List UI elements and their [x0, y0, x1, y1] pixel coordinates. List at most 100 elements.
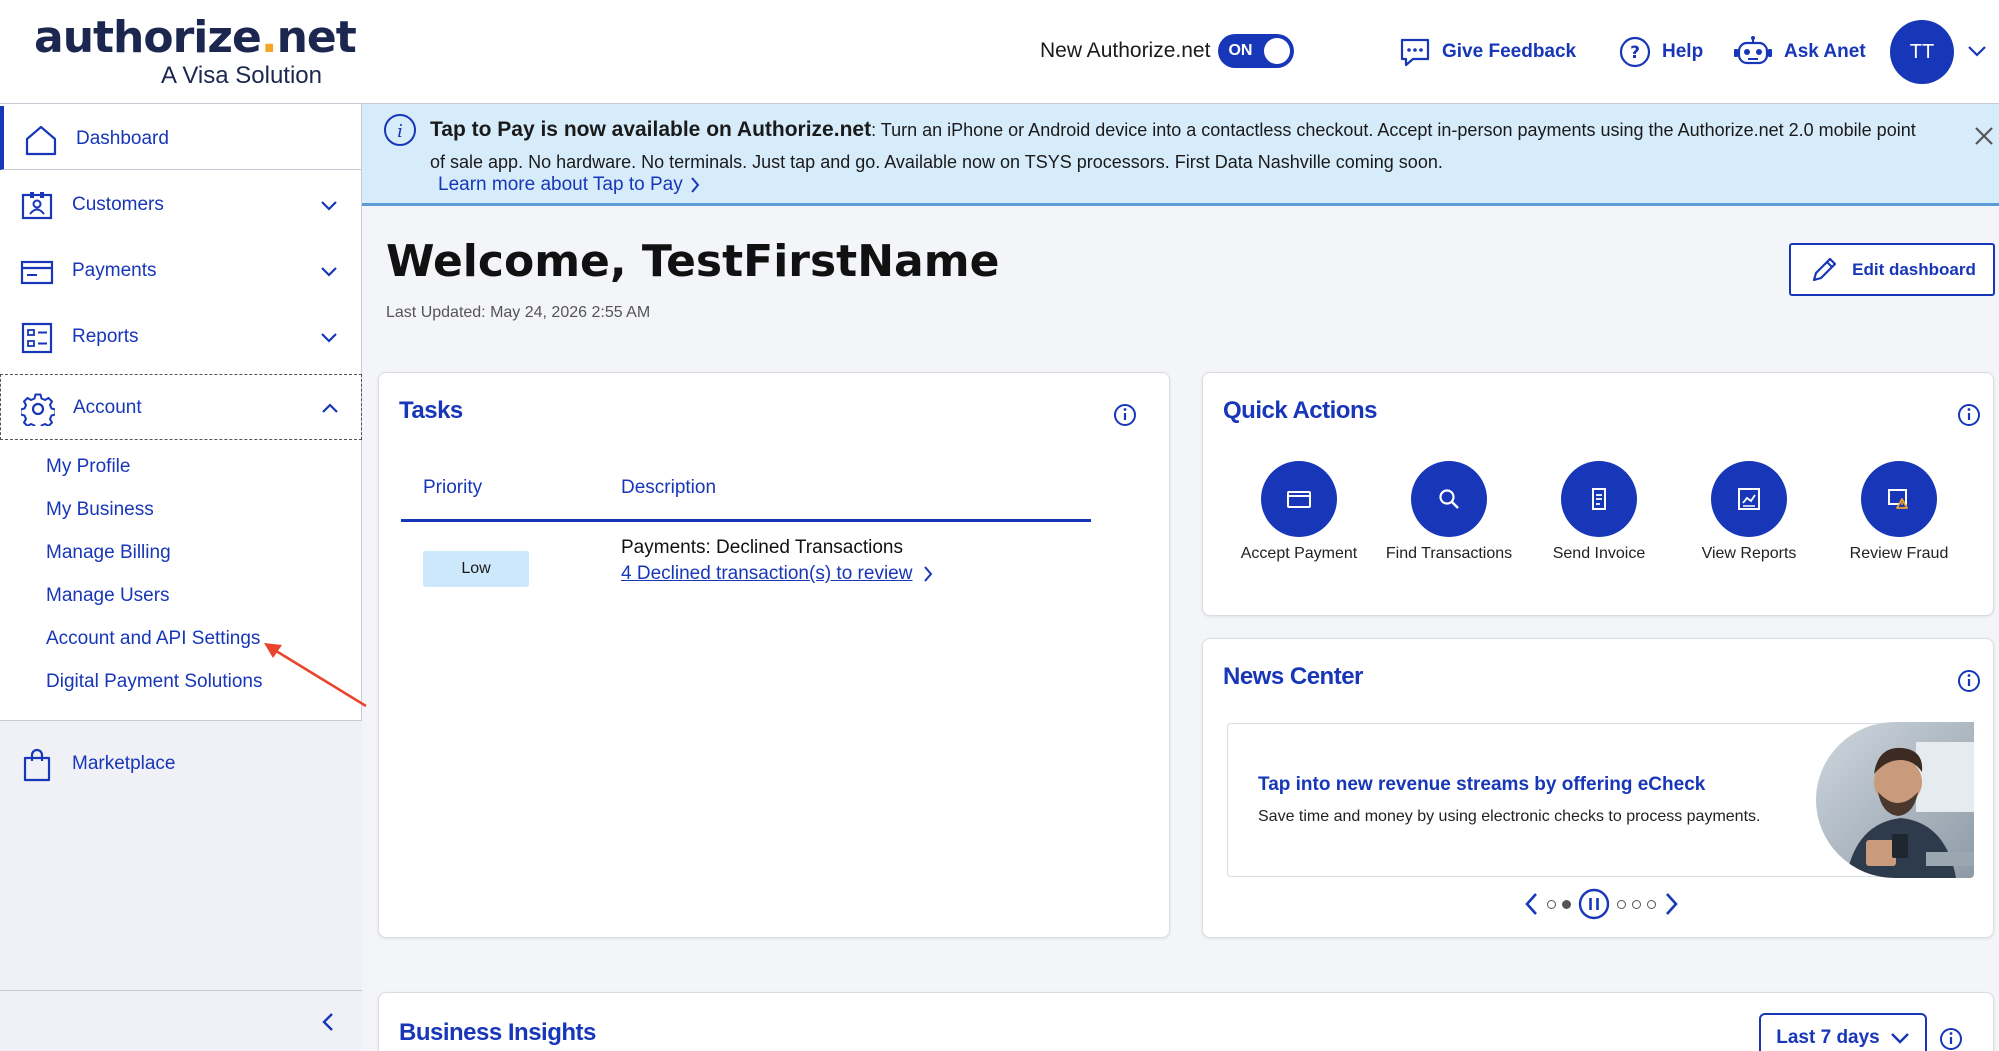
give-feedback-button[interactable]: Give Feedback	[1398, 32, 1576, 72]
toggle-label: New Authorize.net	[1040, 39, 1211, 62]
top-header: authorize.net A Visa Solution New Author…	[0, 0, 1999, 104]
sidebar-item-dashboard[interactable]: Dashboard	[0, 106, 362, 170]
info-circle-icon: i	[384, 114, 416, 146]
chevron-down-icon	[321, 267, 337, 277]
chevron-right-icon[interactable]	[1662, 891, 1680, 917]
banner-link-label: Learn more about Tap to Pay	[438, 174, 683, 195]
new-experience-toggle[interactable]: ON	[1218, 34, 1295, 68]
news-headline[interactable]: Tap into new revenue streams by offering…	[1258, 774, 1705, 796]
feedback-label: Give Feedback	[1442, 41, 1577, 62]
close-icon[interactable]	[1972, 124, 1996, 148]
sidebar-item-marketplace[interactable]: Marketplace	[0, 731, 362, 797]
submenu-manage-billing[interactable]: Manage Billing	[46, 542, 171, 564]
help-button[interactable]: ? Help	[1618, 32, 1703, 72]
tasks-card: Tasks Priority Description Low Payments:…	[378, 372, 1170, 938]
business-insights-title: Business Insights	[399, 1019, 596, 1046]
column-header-description[interactable]: Description	[621, 477, 716, 499]
pencil-icon	[1813, 257, 1837, 281]
info-circle-icon[interactable]	[1957, 403, 1981, 427]
chevron-down-icon[interactable]	[1966, 40, 1988, 62]
submenu-my-business[interactable]: My Business	[46, 499, 154, 521]
quick-action-icon-bg	[1861, 461, 1937, 537]
column-header-priority[interactable]: Priority	[423, 477, 482, 499]
card-terminal-icon	[1287, 491, 1311, 508]
sidebar-collapse-bar[interactable]	[0, 990, 362, 1051]
sidebar-item-label: Reports	[72, 326, 139, 347]
sidebar-item-account[interactable]: Account	[0, 374, 362, 440]
submenu-digital-payment-solutions[interactable]: Digital Payment Solutions	[46, 671, 263, 693]
last-updated-timestamp: Last Updated: May 24, 2026 2:55 AM	[386, 304, 651, 321]
sidebar-item-customers[interactable]: Customers	[0, 172, 362, 238]
search-icon	[1439, 489, 1459, 509]
sidebar-item-label: Payments	[72, 260, 157, 281]
svg-text:?: ?	[1630, 43, 1640, 63]
home-icon	[25, 125, 57, 156]
quick-action-send-invoice[interactable]: Send Invoice	[1529, 461, 1669, 565]
news-center-card: News Center Tap into new revenue streams…	[1202, 638, 1994, 938]
submenu-account-api-settings[interactable]: Account and API Settings	[46, 628, 260, 650]
edit-dashboard-button[interactable]: Edit dashboard	[1789, 243, 1995, 296]
declined-transactions-link[interactable]: 4 Declined transaction(s) to review	[621, 563, 934, 585]
user-avatar[interactable]: TT	[1890, 20, 1954, 84]
quick-action-review-fraud[interactable]: Review Fraud	[1829, 461, 1969, 565]
authorize-net-logo[interactable]: authorize.net A Visa Solution	[34, 14, 357, 94]
carousel-dot[interactable]	[1632, 899, 1641, 909]
chevron-down-icon	[1890, 1033, 1909, 1044]
chevron-left-icon[interactable]	[1523, 891, 1541, 917]
chevron-down-icon	[321, 201, 337, 211]
help-label: Help	[1662, 41, 1704, 62]
robot-icon	[1734, 36, 1772, 65]
ask-anet-label: Ask Anet	[1784, 41, 1866, 62]
date-range-dropdown[interactable]: Last 7 days	[1759, 1013, 1927, 1051]
chevron-up-icon	[322, 403, 338, 413]
priority-badge: Low	[423, 551, 529, 587]
payment-card-icon	[20, 260, 54, 285]
quick-action-find-transactions[interactable]: Find Transactions	[1379, 461, 1519, 565]
info-circle-icon[interactable]	[1939, 1027, 1963, 1051]
submenu-manage-users[interactable]: Manage Users	[46, 585, 170, 607]
toggle-knob	[1264, 38, 1291, 64]
toggle-state: ON	[1228, 42, 1253, 59]
quick-action-label: Find Transactions	[1385, 545, 1513, 562]
carousel-dot[interactable]	[1647, 899, 1656, 909]
carousel-dot[interactable]	[1547, 899, 1556, 909]
quick-action-view-reports[interactable]: View Reports	[1679, 461, 1819, 565]
sidebar-nav: Dashboard Customers Payments Reports Acc…	[0, 104, 362, 1051]
quick-action-icon-bg	[1711, 461, 1787, 537]
quick-action-icon-bg	[1561, 461, 1637, 537]
business-insights-card: Business Insights Last 7 days	[378, 992, 1994, 1051]
tasks-title: Tasks	[399, 397, 463, 424]
news-photo	[1816, 722, 1974, 878]
svg-text:i: i	[397, 121, 403, 142]
report-chart-icon	[1738, 488, 1760, 510]
chevron-down-icon	[321, 333, 337, 343]
quick-action-icon-bg	[1411, 461, 1487, 537]
task-link-label: 4 Declined transaction(s) to review	[621, 563, 913, 584]
pause-icon[interactable]	[1577, 887, 1611, 921]
date-range-label: Last 7 days	[1776, 1027, 1880, 1048]
submenu-my-profile[interactable]: My Profile	[46, 456, 130, 478]
logo-wordmark: authorize.net	[34, 12, 357, 63]
carousel-dot-active[interactable]	[1562, 899, 1571, 909]
report-list-icon	[21, 322, 53, 354]
question-circle-icon: ?	[1619, 36, 1651, 68]
carousel-dot[interactable]	[1617, 899, 1626, 909]
sidebar-item-reports[interactable]: Reports	[0, 304, 362, 370]
tap-to-pay-banner: i Tap to Pay is now available on Authori…	[362, 104, 1999, 206]
quick-action-label: Review Fraud	[1849, 545, 1949, 562]
shopping-bag-icon	[23, 748, 51, 782]
ask-anet-button[interactable]: Ask Anet	[1732, 32, 1866, 72]
chevron-right-icon	[690, 177, 700, 193]
learn-more-tap-to-pay-link[interactable]: Learn more about Tap to Pay	[438, 174, 701, 196]
news-slide[interactable]: Tap into new revenue streams by offering…	[1227, 722, 1974, 878]
news-description: Save time and money by using electronic …	[1258, 808, 1761, 825]
quick-action-label: Accept Payment	[1240, 545, 1358, 562]
info-circle-icon[interactable]	[1957, 669, 1981, 693]
sidebar-item-label: Customers	[72, 194, 164, 215]
chevron-left-icon	[322, 1013, 333, 1031]
quick-action-accept-payment[interactable]: Accept Payment	[1229, 461, 1369, 565]
quick-action-label: View Reports	[1701, 545, 1797, 562]
sidebar-item-payments[interactable]: Payments	[0, 238, 362, 304]
info-circle-icon[interactable]	[1113, 403, 1137, 427]
chevron-right-icon	[924, 566, 933, 582]
